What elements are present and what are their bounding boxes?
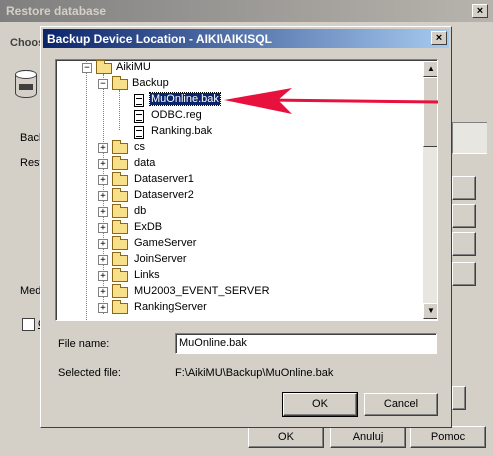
scroll-up-icon[interactable]: ▲ <box>423 61 437 77</box>
expand-icon[interactable]: + <box>98 271 108 281</box>
expand-icon[interactable]: + <box>98 143 108 153</box>
tree-item-label: ODBC.reg <box>151 109 202 121</box>
expand-icon[interactable]: + <box>98 191 108 201</box>
database-icon <box>15 70 37 98</box>
tree-item-label: data <box>134 157 156 169</box>
back-side-button-5[interactable] <box>452 386 466 410</box>
tree-item-label: AikiMU <box>116 61 151 73</box>
dialog-title: Backup Device Location - AIKI\AIKISQL <box>47 32 272 46</box>
tree-item-label: Backup <box>132 77 169 89</box>
folder-icon <box>112 204 128 218</box>
tree-line <box>119 90 120 130</box>
expand-icon[interactable]: + <box>98 255 108 265</box>
tree-item-label: RankingServer <box>134 301 207 313</box>
back-cancel-button[interactable]: Anuluj <box>330 426 406 448</box>
dialog-titlebar: Backup Device Location - AIKI\AIKISQL × <box>43 29 449 48</box>
collapse-icon[interactable]: − <box>98 79 108 89</box>
tree-item-label: Ranking.bak <box>151 125 213 137</box>
file-name-label: File name: <box>58 338 110 350</box>
dialog-close-icon[interactable]: × <box>431 31 447 45</box>
tree-item-label: Dataserver2 <box>134 189 194 201</box>
selected-file-path: F:\AikiMU\Backup\MuOnline.bak <box>175 367 334 379</box>
ok-button[interactable]: OK <box>282 392 358 417</box>
tree-item-label: MU2003_EVENT_SERVER <box>134 285 270 297</box>
back-side-button-4[interactable] <box>452 262 476 286</box>
red-arrow-icon <box>224 88 439 114</box>
restore-database-titlebar: Restore database × <box>0 0 493 22</box>
tree-line <box>86 60 87 320</box>
tree-item-label: db <box>134 205 147 217</box>
tree-item-label: JoinServer <box>134 253 187 265</box>
folder-open-icon <box>112 76 128 90</box>
back-checkbox[interactable] <box>22 318 35 331</box>
scroll-down-icon[interactable]: ▼ <box>423 303 437 319</box>
expand-icon[interactable]: + <box>98 159 108 169</box>
back-ok-button[interactable]: OK <box>248 426 324 448</box>
expand-icon[interactable]: + <box>98 287 108 297</box>
back-help-button[interactable]: Pomoc <box>410 426 486 448</box>
expand-icon[interactable]: + <box>98 223 108 233</box>
expand-icon[interactable]: + <box>98 207 108 217</box>
expand-icon[interactable]: + <box>98 303 108 313</box>
selected-file-label: Selected file: <box>58 367 121 379</box>
folder-icon <box>112 172 128 186</box>
tree-item-label: GameServer <box>134 237 197 249</box>
tree-item-label: Dataserver1 <box>134 173 194 185</box>
back-side-button-2[interactable] <box>452 204 476 228</box>
folder-icon <box>112 284 128 298</box>
folder-icon <box>112 188 128 202</box>
tree-item-label: Links <box>134 269 160 281</box>
restore-database-title: Restore database <box>6 4 107 18</box>
file-icon <box>134 94 144 107</box>
file-name-input[interactable]: MuOnline.bak <box>175 333 437 354</box>
folder-icon <box>112 220 128 234</box>
tree-item-label: cs <box>134 141 145 153</box>
cancel-button[interactable]: Cancel <box>364 393 438 416</box>
close-icon[interactable]: × <box>472 4 488 18</box>
back-field-right <box>452 122 487 154</box>
folder-open-icon <box>96 60 112 74</box>
folder-icon <box>112 252 128 266</box>
back-side-button-1[interactable] <box>452 176 476 200</box>
collapse-icon[interactable]: − <box>82 63 92 73</box>
folder-icon <box>112 268 128 282</box>
tree-item-label-selected: MuOnline.bak <box>149 92 221 106</box>
back-tab-strip: Choos <box>4 34 44 52</box>
expand-icon[interactable]: + <box>98 239 108 249</box>
tree-item-label: ExDB <box>134 221 163 233</box>
expand-icon[interactable]: + <box>98 175 108 185</box>
folder-icon <box>112 236 128 250</box>
folder-icon <box>112 156 128 170</box>
folder-icon <box>112 140 128 154</box>
file-icon <box>134 110 144 123</box>
file-icon <box>134 126 144 139</box>
back-side-button-3[interactable] <box>452 232 476 256</box>
folder-icon <box>112 300 128 314</box>
